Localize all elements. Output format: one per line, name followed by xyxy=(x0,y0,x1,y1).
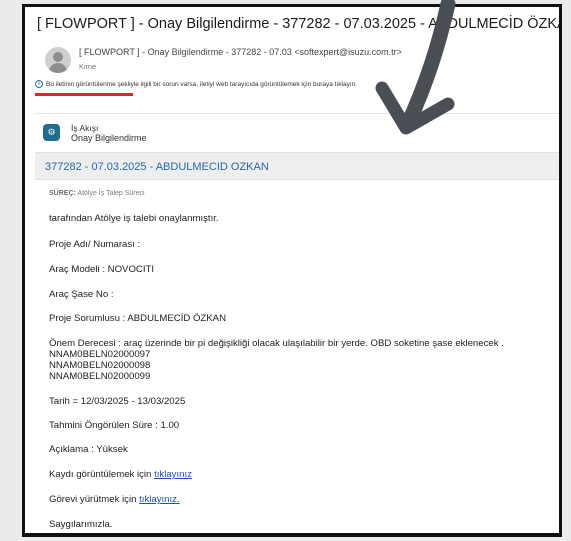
chassis-item: NNAM0BELN02000098 xyxy=(49,360,151,371)
project-name-line: Proje Adı/ Numarası : xyxy=(49,239,141,250)
email-body: ⚙ İş Akışı Onay Bilgilendirme 377282 - 0… xyxy=(35,113,559,533)
execute-task-text: Görevi yürütmek için xyxy=(49,494,137,505)
priority-line: Önem Derecesi : araç üzerinde bir pi değ… xyxy=(49,338,504,349)
duration-line: Tahmini Öngörülen Süre : 1.00 xyxy=(49,420,180,431)
info-icon: i xyxy=(35,80,43,88)
flow-subtitle: Onay Bilgilendirme xyxy=(71,133,147,143)
view-record-link[interactable]: tıklayınız xyxy=(154,469,192,480)
email-title: [ FLOWPORT ] - Onay Bilgilendirme - 3772… xyxy=(37,16,562,32)
project-owner-line: Proje Sorumlusu : ABDULMECİD ÖZKAN xyxy=(49,313,227,324)
sender-line[interactable]: [ FLOWPORT ] - Onay Bilgilendirme - 3772… xyxy=(79,47,402,57)
description-line: Açıklama : Yüksek xyxy=(49,444,128,455)
chassis-item: NNAM0BELN02000097 xyxy=(49,349,151,360)
flow-name: İş Akışı xyxy=(71,123,99,133)
closing-line: Saygılarımızla. xyxy=(49,519,113,530)
execute-task-link[interactable]: tıklayınız. xyxy=(139,494,180,505)
execute-task-line: Görevi yürütmek için tıklayınız. xyxy=(49,494,180,505)
subject-bar: 377282 - 07.03.2025 - ABDULMECID OZKAN xyxy=(35,152,559,180)
view-record-line: Kaydı görüntülemek için tıklayınız xyxy=(49,469,192,480)
vehicle-model-line: Araç Modeli : NOVOCITI xyxy=(49,264,155,275)
email-screenshot-frame: [ FLOWPORT ] - Onay Bilgilendirme - 3772… xyxy=(22,4,562,537)
process-label-key: SÜREÇ: xyxy=(49,190,76,197)
info-bar[interactable]: i Bu iletinin görüntülenme şekliyle ilgi… xyxy=(35,80,357,88)
workflow-logo-icon: ⚙ xyxy=(43,124,60,141)
process-label-value: Atölye İş Talep Süreci xyxy=(77,190,145,197)
avatar-body xyxy=(49,63,67,73)
to-label: Kime xyxy=(79,62,97,71)
approved-line: tarafından Atölye iş talebi onaylanmıştı… xyxy=(49,213,219,224)
avatar xyxy=(45,47,71,73)
subject-text: 377282 - 07.03.2025 - ABDULMECID OZKAN xyxy=(45,161,269,173)
chassis-no-line: Araç Şase No : xyxy=(49,289,114,300)
info-text[interactable]: Bu iletinin görüntülenme şekliyle ilgili… xyxy=(46,81,357,88)
date-line: Tarih = 12/03/2025 - 13/03/2025 xyxy=(49,396,186,407)
flow-header: ⚙ İş Akışı Onay Bilgilendirme xyxy=(35,114,559,150)
view-record-text: Kaydı görüntülemek için xyxy=(49,469,152,480)
red-underline-mark xyxy=(35,93,133,96)
avatar-head xyxy=(53,52,63,62)
chassis-item: NNAM0BELN02000099 xyxy=(49,371,151,382)
process-label: SÜREÇ: Atölye İş Talep Süreci xyxy=(49,190,145,197)
